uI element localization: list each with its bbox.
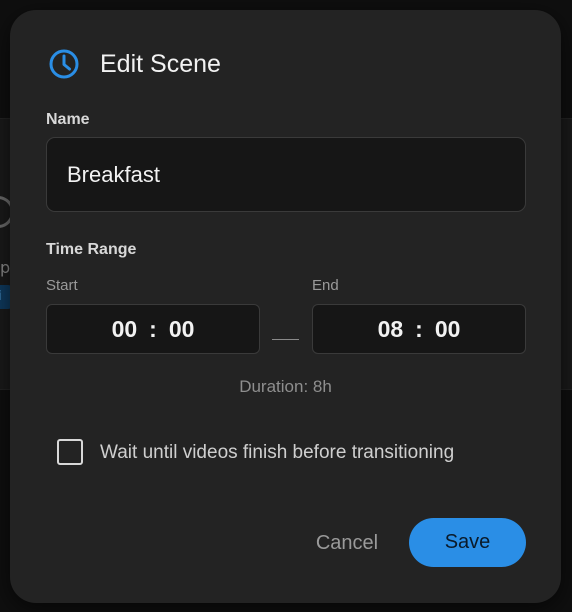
end-hours[interactable]: 08 (378, 316, 404, 343)
edit-scene-dialog: Edit Scene Name Breakfast Time Range Sta… (10, 10, 561, 603)
start-hours[interactable]: 00 (112, 316, 138, 343)
end-minutes[interactable]: 00 (435, 316, 461, 343)
dialog-header: Edit Scene (48, 48, 221, 80)
time-range-dash (272, 339, 299, 340)
duration-text: Duration: 8h (239, 377, 332, 396)
end-time-separator: : (415, 315, 423, 342)
wait-videos-label[interactable]: Wait until videos finish before transiti… (100, 442, 454, 464)
start-time-picker[interactable]: 00 : 00 (46, 304, 260, 354)
end-label: End (312, 277, 339, 294)
cancel-button[interactable]: Cancel (306, 519, 388, 567)
scene-name-input[interactable]: Breakfast (46, 137, 526, 212)
start-time-separator: : (149, 315, 157, 342)
wait-videos-checkbox[interactable] (57, 439, 83, 465)
save-button[interactable]: Save (409, 518, 526, 567)
start-minutes[interactable]: 00 (169, 316, 195, 343)
time-range-label: Time Range (46, 241, 137, 258)
clock-icon (48, 48, 80, 80)
start-label: Start (46, 277, 78, 294)
name-label: Name (46, 111, 90, 128)
background-text: p (0, 258, 11, 277)
end-time-picker[interactable]: 08 : 00 (312, 304, 526, 354)
dialog-title: Edit Scene (100, 49, 221, 78)
